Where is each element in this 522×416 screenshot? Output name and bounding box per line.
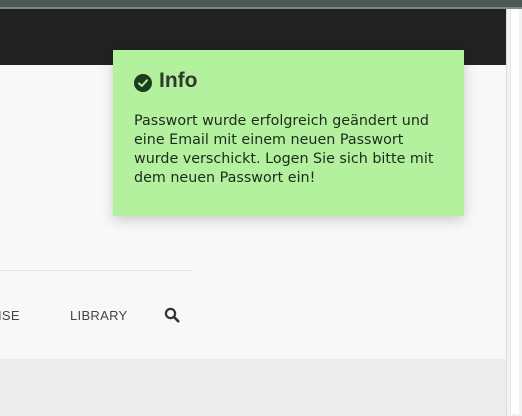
window-chrome <box>0 0 522 7</box>
nav-item-library[interactable]: LIBRARY <box>70 308 128 323</box>
search-icon[interactable] <box>164 307 180 323</box>
page-lower-section <box>0 359 506 416</box>
nav-divider <box>0 270 192 271</box>
check-circle-icon <box>134 74 152 92</box>
scrollbar-thumb[interactable] <box>510 9 519 414</box>
notification-message: Passwort wurde erfolgreich geändert und … <box>134 113 434 186</box>
nav-item-ise[interactable]: ISE <box>0 308 20 323</box>
notification-title: Info <box>159 69 198 92</box>
info-notification: Info Passwort wurde erfolgreich geändert… <box>113 50 464 216</box>
vertical-scrollbar[interactable] <box>506 9 522 416</box>
browser-viewport: ISE LIBRARY Info Passwort wurde erfolgre… <box>0 0 522 416</box>
